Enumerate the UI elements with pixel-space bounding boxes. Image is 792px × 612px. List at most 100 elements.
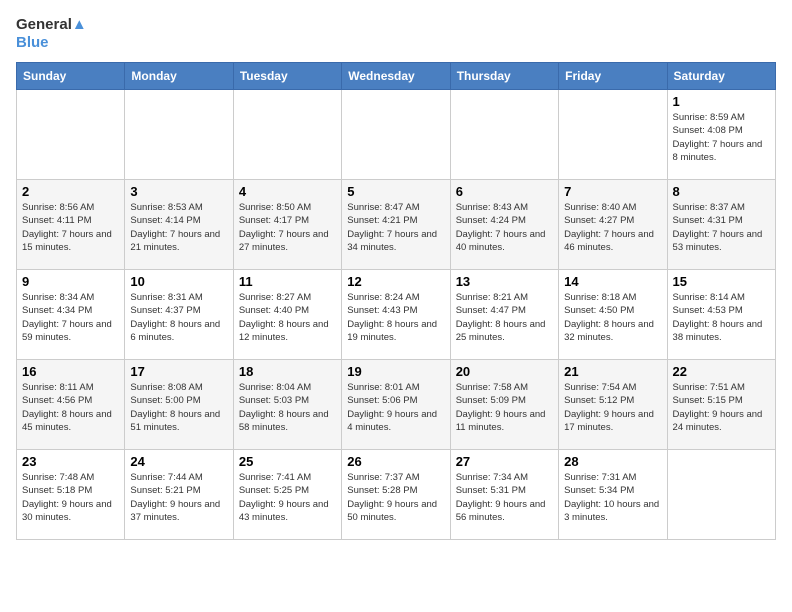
day-info: Sunrise: 7:31 AM Sunset: 5:34 PM Dayligh… <box>564 471 661 524</box>
calendar-cell: 5 Sunrise: 8:47 AM Sunset: 4:21 PM Daylig… <box>342 180 450 270</box>
calendar-cell: 12 Sunrise: 8:24 AM Sunset: 4:43 PM Dayli… <box>342 270 450 360</box>
calendar-cell <box>17 90 125 180</box>
day-info: Sunrise: 7:58 AM Sunset: 5:09 PM Dayligh… <box>456 381 553 434</box>
day-info: Sunrise: 8:53 AM Sunset: 4:14 PM Dayligh… <box>130 201 227 254</box>
weekday-header-monday: Monday <box>125 63 233 90</box>
day-number: 23 <box>22 454 119 469</box>
day-info: Sunrise: 7:41 AM Sunset: 5:25 PM Dayligh… <box>239 471 336 524</box>
calendar-cell: 14 Sunrise: 8:18 AM Sunset: 4:50 PM Dayli… <box>559 270 667 360</box>
calendar-cell <box>125 90 233 180</box>
week-row-4: 16 Sunrise: 8:11 AM Sunset: 4:56 PM Dayli… <box>17 360 776 450</box>
day-number: 12 <box>347 274 444 289</box>
day-number: 9 <box>22 274 119 289</box>
day-info: Sunrise: 7:51 AM Sunset: 5:15 PM Dayligh… <box>673 381 770 434</box>
day-number: 16 <box>22 364 119 379</box>
day-number: 19 <box>347 364 444 379</box>
calendar-cell: 3 Sunrise: 8:53 AM Sunset: 4:14 PM Daylig… <box>125 180 233 270</box>
day-number: 26 <box>347 454 444 469</box>
weekday-header-thursday: Thursday <box>450 63 558 90</box>
day-info: Sunrise: 8:01 AM Sunset: 5:06 PM Dayligh… <box>347 381 444 434</box>
calendar-cell: 11 Sunrise: 8:27 AM Sunset: 4:40 PM Dayli… <box>233 270 341 360</box>
calendar-cell: 25 Sunrise: 7:41 AM Sunset: 5:25 PM Dayli… <box>233 450 341 540</box>
day-info: Sunrise: 7:48 AM Sunset: 5:18 PM Dayligh… <box>22 471 119 524</box>
logo: General▲ Blue <box>16 16 87 52</box>
day-number: 24 <box>130 454 227 469</box>
day-info: Sunrise: 8:50 AM Sunset: 4:17 PM Dayligh… <box>239 201 336 254</box>
calendar-cell <box>450 90 558 180</box>
calendar-cell: 15 Sunrise: 8:14 AM Sunset: 4:53 PM Dayli… <box>667 270 775 360</box>
day-number: 28 <box>564 454 661 469</box>
day-info: Sunrise: 8:08 AM Sunset: 5:00 PM Dayligh… <box>130 381 227 434</box>
day-info: Sunrise: 8:14 AM Sunset: 4:53 PM Dayligh… <box>673 291 770 344</box>
day-info: Sunrise: 8:31 AM Sunset: 4:37 PM Dayligh… <box>130 291 227 344</box>
weekday-header-wednesday: Wednesday <box>342 63 450 90</box>
calendar-cell: 23 Sunrise: 7:48 AM Sunset: 5:18 PM Dayli… <box>17 450 125 540</box>
calendar-cell: 20 Sunrise: 7:58 AM Sunset: 5:09 PM Dayli… <box>450 360 558 450</box>
day-info: Sunrise: 8:27 AM Sunset: 4:40 PM Dayligh… <box>239 291 336 344</box>
day-number: 3 <box>130 184 227 199</box>
calendar-cell <box>233 90 341 180</box>
day-info: Sunrise: 7:37 AM Sunset: 5:28 PM Dayligh… <box>347 471 444 524</box>
weekday-header-tuesday: Tuesday <box>233 63 341 90</box>
day-number: 6 <box>456 184 553 199</box>
day-number: 21 <box>564 364 661 379</box>
day-info: Sunrise: 8:04 AM Sunset: 5:03 PM Dayligh… <box>239 381 336 434</box>
calendar-cell: 7 Sunrise: 8:40 AM Sunset: 4:27 PM Daylig… <box>559 180 667 270</box>
calendar-cell <box>667 450 775 540</box>
day-number: 17 <box>130 364 227 379</box>
calendar-cell: 27 Sunrise: 7:34 AM Sunset: 5:31 PM Dayli… <box>450 450 558 540</box>
day-number: 20 <box>456 364 553 379</box>
day-number: 11 <box>239 274 336 289</box>
day-number: 2 <box>22 184 119 199</box>
day-number: 10 <box>130 274 227 289</box>
calendar-cell: 8Sunrise: 8:37 AM Sunset: 4:31 PM Daylig… <box>667 180 775 270</box>
day-info: Sunrise: 7:34 AM Sunset: 5:31 PM Dayligh… <box>456 471 553 524</box>
day-info: Sunrise: 8:59 AM Sunset: 4:08 PM Dayligh… <box>673 111 770 164</box>
calendar-cell: 17 Sunrise: 8:08 AM Sunset: 5:00 PM Dayli… <box>125 360 233 450</box>
day-number: 7 <box>564 184 661 199</box>
day-info: Sunrise: 7:54 AM Sunset: 5:12 PM Dayligh… <box>564 381 661 434</box>
calendar-cell: 22 Sunrise: 7:51 AM Sunset: 5:15 PM Dayli… <box>667 360 775 450</box>
day-info: Sunrise: 8:11 AM Sunset: 4:56 PM Dayligh… <box>22 381 119 434</box>
calendar-cell: 21 Sunrise: 7:54 AM Sunset: 5:12 PM Dayli… <box>559 360 667 450</box>
day-info: Sunrise: 8:21 AM Sunset: 4:47 PM Dayligh… <box>456 291 553 344</box>
day-number: 8 <box>673 184 770 199</box>
calendar-cell: 24 Sunrise: 7:44 AM Sunset: 5:21 PM Dayli… <box>125 450 233 540</box>
day-number: 25 <box>239 454 336 469</box>
day-info: Sunrise: 8:40 AM Sunset: 4:27 PM Dayligh… <box>564 201 661 254</box>
calendar-cell: 13 Sunrise: 8:21 AM Sunset: 4:47 PM Dayli… <box>450 270 558 360</box>
calendar-cell: 2 Sunrise: 8:56 AM Sunset: 4:11 PM Daylig… <box>17 180 125 270</box>
day-number: 22 <box>673 364 770 379</box>
calendar-cell: 9Sunrise: 8:34 AM Sunset: 4:34 PM Daylig… <box>17 270 125 360</box>
day-number: 15 <box>673 274 770 289</box>
day-info: Sunrise: 8:56 AM Sunset: 4:11 PM Dayligh… <box>22 201 119 254</box>
calendar-cell: 10 Sunrise: 8:31 AM Sunset: 4:37 PM Dayli… <box>125 270 233 360</box>
calendar-cell: 1 Sunrise: 8:59 AM Sunset: 4:08 PM Daylig… <box>667 90 775 180</box>
day-info: Sunrise: 8:24 AM Sunset: 4:43 PM Dayligh… <box>347 291 444 344</box>
calendar-cell: 6Sunrise: 8:43 AM Sunset: 4:24 PM Daylig… <box>450 180 558 270</box>
calendar-cell: 28 Sunrise: 7:31 AM Sunset: 5:34 PM Dayli… <box>559 450 667 540</box>
calendar-table: SundayMondayTuesdayWednesdayThursdayFrid… <box>16 62 776 540</box>
day-info: Sunrise: 7:44 AM Sunset: 5:21 PM Dayligh… <box>130 471 227 524</box>
day-number: 13 <box>456 274 553 289</box>
calendar-cell <box>342 90 450 180</box>
calendar-cell: 26 Sunrise: 7:37 AM Sunset: 5:28 PM Dayli… <box>342 450 450 540</box>
week-row-2: 2 Sunrise: 8:56 AM Sunset: 4:11 PM Daylig… <box>17 180 776 270</box>
day-number: 27 <box>456 454 553 469</box>
weekday-header-saturday: Saturday <box>667 63 775 90</box>
header: General▲ Blue <box>16 16 776 52</box>
weekday-header-sunday: Sunday <box>17 63 125 90</box>
day-number: 18 <box>239 364 336 379</box>
day-info: Sunrise: 8:47 AM Sunset: 4:21 PM Dayligh… <box>347 201 444 254</box>
week-row-3: 9Sunrise: 8:34 AM Sunset: 4:34 PM Daylig… <box>17 270 776 360</box>
calendar-cell: 16 Sunrise: 8:11 AM Sunset: 4:56 PM Dayli… <box>17 360 125 450</box>
calendar-cell: 19 Sunrise: 8:01 AM Sunset: 5:06 PM Dayli… <box>342 360 450 450</box>
week-row-5: 23 Sunrise: 7:48 AM Sunset: 5:18 PM Dayli… <box>17 450 776 540</box>
calendar-cell: 4 Sunrise: 8:50 AM Sunset: 4:17 PM Daylig… <box>233 180 341 270</box>
day-number: 1 <box>673 94 770 109</box>
day-number: 14 <box>564 274 661 289</box>
day-info: Sunrise: 8:18 AM Sunset: 4:50 PM Dayligh… <box>564 291 661 344</box>
day-number: 4 <box>239 184 336 199</box>
calendar-cell: 18 Sunrise: 8:04 AM Sunset: 5:03 PM Dayli… <box>233 360 341 450</box>
day-number: 5 <box>347 184 444 199</box>
